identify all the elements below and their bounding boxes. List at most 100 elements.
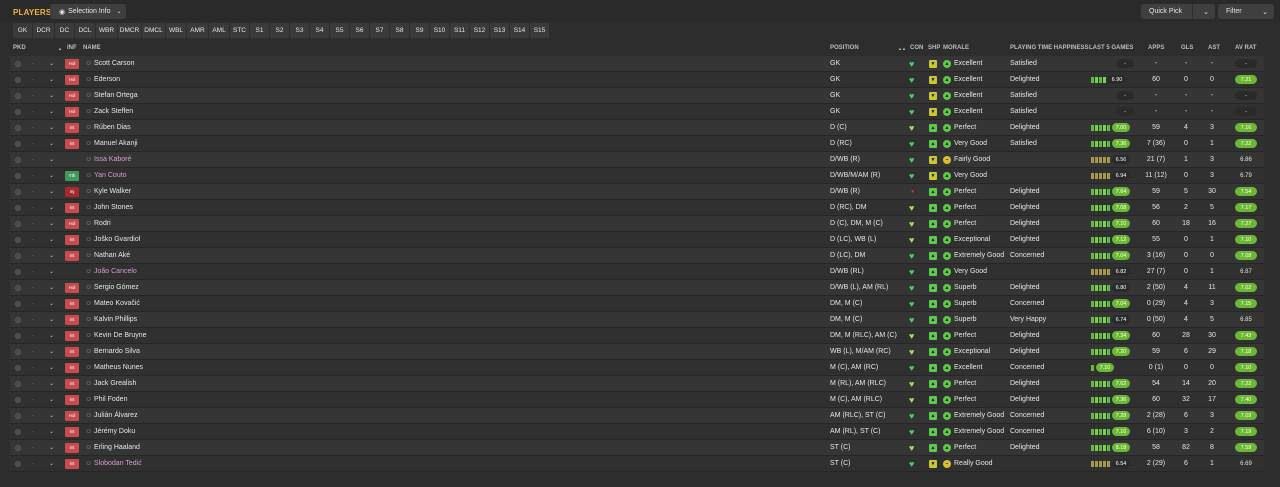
sort-indicator-icon[interactable]: ▲▲ <box>898 46 906 51</box>
table-row[interactable]: - ⌄ Hol ☺ Sergio Gómez D/WB (L), AM (RL) ♥ ▲ ▲ Su… <box>10 280 1264 296</box>
position-chip-wbl[interactable]: WBL <box>166 23 186 38</box>
player-name[interactable]: Mateo Kovačić <box>94 296 140 311</box>
chevron-down-icon[interactable]: ⌄ <box>49 440 54 455</box>
inf-badge[interactable]: Int <box>65 314 79 325</box>
chevron-down-icon[interactable]: ⌄ <box>49 152 54 167</box>
table-row[interactable]: - ⌄ Int ☺ Jérémy Doku AM (RL), ST (C) ♥ ▲ ▲ Extre… <box>10 424 1264 440</box>
chevron-down-icon[interactable]: ⌄ <box>49 88 54 103</box>
col-av-rat[interactable]: AV RAT <box>1235 45 1256 51</box>
table-row[interactable]: - ⌄ Int ☺ Rúben Dias D (C) ♥ ▲ ▲ Perfect Delighted… <box>10 120 1264 136</box>
chevron-down-icon[interactable]: ⌄ <box>49 72 54 87</box>
position-chip-dmcl[interactable]: DMCL <box>142 23 165 38</box>
inf-badge[interactable]: Hol <box>65 106 79 117</box>
col-pkd[interactable]: PKD <box>13 45 26 51</box>
col-playing-time-happiness[interactable]: PLAYING TIME HAPPINESS <box>1010 45 1088 51</box>
table-row[interactable]: - ⌄ Int ☺ Slobodan Tedić ST (C) ♥ ▼ – Really Good… <box>10 456 1264 472</box>
player-name[interactable]: Phil Foden <box>94 392 127 407</box>
chevron-down-icon[interactable]: ⌄ <box>49 56 54 71</box>
table-row[interactable]: - ⌄ Int ☺ Kalvin Phillips DM, M (C) ♥ ▲ ▲ Superb V… <box>10 312 1264 328</box>
inf-badge[interactable]: Int <box>65 378 79 389</box>
table-row[interactable]: - ⌄ Hol ☺ Zack Steffen GK ♥ ▼ ▲ Excellent Satisfie… <box>10 104 1264 120</box>
inf-badge[interactable]: Int <box>65 346 79 357</box>
position-chip-s11[interactable]: S11 <box>450 23 469 38</box>
radio-icon[interactable] <box>15 380 21 387</box>
inf-badge[interactable]: Hol <box>65 282 79 293</box>
radio-icon[interactable] <box>15 268 21 275</box>
chevron-down-icon[interactable]: ⌄ <box>49 264 54 279</box>
picked-toggle[interactable] <box>14 392 22 407</box>
table-row[interactable]: - ⌄ Inj ☺ Kyle Walker D/WB (R) ● ▲ ▲ Perfect Delig… <box>10 184 1264 200</box>
radio-icon[interactable] <box>15 412 21 419</box>
chevron-down-icon[interactable]: ⌄ <box>49 280 54 295</box>
position-chip-s4[interactable]: S4 <box>310 23 329 38</box>
table-row[interactable]: - ⌄ Int ☺ Bernardo Silva WB (L), M/AM (RC) ♥ ▲ ▲… <box>10 344 1264 360</box>
chevron-down-icon[interactable]: ⌄ <box>49 392 54 407</box>
player-name[interactable]: Julián Álvarez <box>94 408 138 423</box>
inf-badge[interactable]: Hol <box>65 410 79 421</box>
radio-icon[interactable] <box>15 236 21 243</box>
position-chip-dcl[interactable]: DCL <box>75 23 95 38</box>
position-chip-s8[interactable]: S8 <box>390 23 409 38</box>
inf-badge[interactable]: Inj <box>65 186 79 197</box>
position-chip-gk[interactable]: GK <box>13 23 32 38</box>
table-row[interactable]: - ⌄ Int ☺ Kevin De Bruyne DM, M (RLC), AM (C)… <box>10 328 1264 344</box>
position-chip-s5[interactable]: S5 <box>330 23 349 38</box>
chevron-down-icon[interactable]: ⌄ <box>49 200 54 215</box>
position-chip-amr[interactable]: AMR <box>187 23 208 38</box>
table-row[interactable]: - ⌄ Int ☺ Mateo Kovačić DM, M (C) ♥ ▲ ▲ Superb Con… <box>10 296 1264 312</box>
picked-toggle[interactable] <box>14 168 22 183</box>
radio-icon[interactable] <box>15 348 21 355</box>
inf-badge[interactable]: Int <box>65 458 79 469</box>
player-name[interactable]: Stefan Ortega <box>94 88 138 103</box>
table-row[interactable]: - ⌄ Yth ☺ Yan Couto D/WB/M/AM (R) ♥ ▼ ▲ Very Good… <box>10 168 1264 184</box>
inf-badge[interactable]: Int <box>65 138 79 149</box>
picked-toggle[interactable] <box>14 184 22 199</box>
inf-badge[interactable]: Hol <box>65 218 79 229</box>
radio-icon[interactable] <box>15 284 21 291</box>
chevron-down-icon[interactable]: ⌄ <box>1203 8 1209 16</box>
chevron-down-icon[interactable]: ⌄ <box>49 376 54 391</box>
chevron-down-icon[interactable]: ⌄ <box>49 408 54 423</box>
radio-icon[interactable] <box>15 332 21 339</box>
chevron-down-icon[interactable]: ⌄ <box>49 312 54 327</box>
table-row[interactable]: - ⌄ Hol ☺ Ederson GK ♥ ▼ ▲ Excellent Delighted 6.90… <box>10 72 1264 88</box>
player-name[interactable]: Sergio Gómez <box>94 280 139 295</box>
picked-toggle[interactable] <box>14 232 22 247</box>
quick-pick-button[interactable]: Quick Pick ⌄ <box>1141 4 1215 19</box>
player-name[interactable]: Manuel Akanji <box>94 136 138 151</box>
col-ast[interactable]: AST <box>1208 45 1220 51</box>
position-chip-s2[interactable]: S2 <box>270 23 289 38</box>
radio-icon[interactable] <box>15 252 21 259</box>
picked-toggle[interactable] <box>14 152 22 167</box>
position-chip-s1[interactable]: S1 <box>250 23 269 38</box>
radio-icon[interactable] <box>15 460 21 467</box>
chevron-down-icon[interactable]: ⌄ <box>49 184 54 199</box>
chevron-down-icon[interactable]: ⌄ <box>49 168 54 183</box>
table-row[interactable]: - ⌄ Hol ☺ Scott Carson GK ♥ ▼ ▲ Excellent Satisfie… <box>10 56 1264 72</box>
chevron-down-icon[interactable]: ⌄ <box>49 328 54 343</box>
table-row[interactable]: - ⌄ ☺ Issa Kaboré D/WB (R) ♥ ▼ – Fairly Good 6.56… <box>10 152 1264 168</box>
player-name[interactable]: Jack Grealish <box>94 376 136 391</box>
inf-badge[interactable]: Int <box>65 394 79 405</box>
radio-icon[interactable] <box>15 204 21 211</box>
inf-badge[interactable]: Int <box>65 122 79 133</box>
chevron-down-icon[interactable]: ⌄ <box>49 216 54 231</box>
player-name[interactable]: Scott Carson <box>94 56 134 71</box>
table-row[interactable]: - ⌄ Int ☺ John Stones D (RC), DM ♥ ▲ ▲ Perfect Del… <box>10 200 1264 216</box>
col-shp[interactable]: SHP <box>928 45 940 51</box>
chevron-down-icon[interactable]: ⌄ <box>49 232 54 247</box>
position-chip-s13[interactable]: S13 <box>490 23 509 38</box>
position-chip-s3[interactable]: S3 <box>290 23 309 38</box>
radio-icon[interactable] <box>15 364 21 371</box>
picked-toggle[interactable] <box>14 296 22 311</box>
picked-toggle[interactable] <box>14 264 22 279</box>
position-chip-s10[interactable]: S10 <box>430 23 449 38</box>
chevron-down-icon[interactable]: ⌄ <box>49 344 54 359</box>
picked-toggle[interactable] <box>14 200 22 215</box>
table-row[interactable]: - ⌄ Hol ☺ Julián Álvarez AM (RLC), ST (C) ♥ ▲ ▲ E… <box>10 408 1264 424</box>
radio-icon[interactable] <box>15 156 21 163</box>
table-row[interactable]: - ⌄ Int ☺ Nathan Aké D (LC), DM ♥ ▲ ▲ Extremely G… <box>10 248 1264 264</box>
chevron-down-icon[interactable]: ⌄ <box>49 120 54 135</box>
position-chip-s14[interactable]: S14 <box>510 23 529 38</box>
player-name[interactable]: Nathan Aké <box>94 248 130 263</box>
